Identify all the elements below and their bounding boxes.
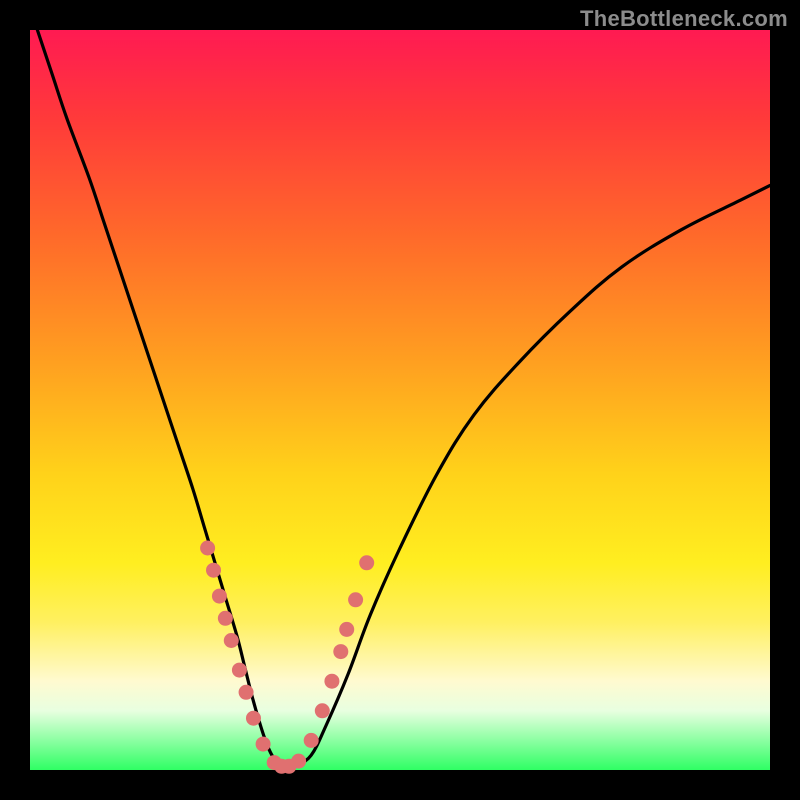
curve-svg: [30, 30, 770, 770]
data-marker: [348, 592, 363, 607]
data-marker: [239, 685, 254, 700]
data-marker: [315, 703, 330, 718]
chart-stage: TheBottleneck.com: [0, 0, 800, 800]
data-marker: [212, 589, 227, 604]
bottleneck-curve: [37, 30, 770, 769]
data-marker: [224, 633, 239, 648]
data-marker: [339, 622, 354, 637]
watermark-text: TheBottleneck.com: [580, 6, 788, 32]
data-marker: [359, 555, 374, 570]
marker-group: [200, 541, 374, 774]
data-marker: [232, 663, 247, 678]
data-marker: [206, 563, 221, 578]
data-marker: [256, 737, 271, 752]
data-marker: [333, 644, 348, 659]
data-marker: [200, 541, 215, 556]
data-marker: [246, 711, 261, 726]
data-marker: [324, 674, 339, 689]
data-marker: [304, 733, 319, 748]
data-marker: [218, 611, 233, 626]
plot-area: [30, 30, 770, 770]
data-marker: [291, 754, 306, 769]
